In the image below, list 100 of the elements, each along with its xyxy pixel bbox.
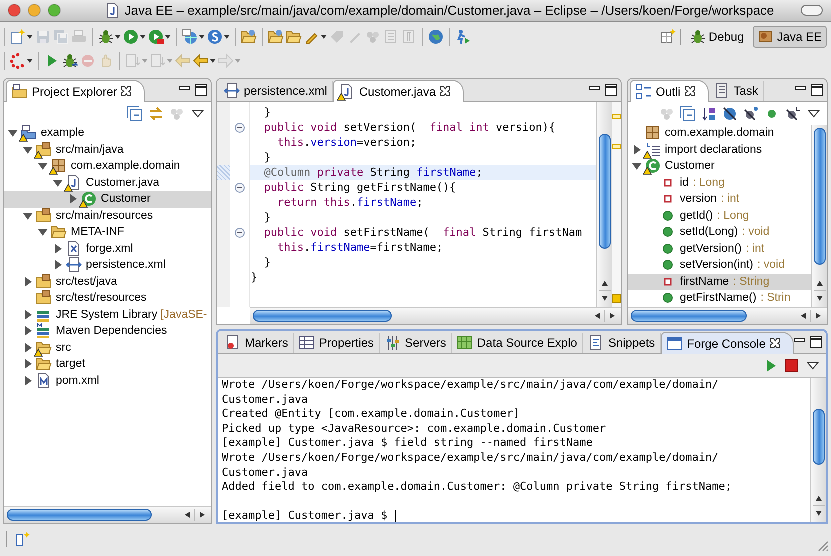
caret-icon[interactable] <box>27 59 33 63</box>
tree-item[interactable]: com.example.domain <box>628 125 811 142</box>
expand-arrow-icon[interactable] <box>52 259 64 272</box>
expand-arrow-icon[interactable] <box>22 374 34 387</box>
bug-step-icon[interactable] <box>62 53 78 69</box>
fold-icon[interactable] <box>235 122 245 132</box>
caret-icon[interactable] <box>140 35 146 39</box>
tree-item[interactable]: getId() : Long <box>628 208 811 224</box>
tree-item[interactable]: getVersion() : int <box>628 240 811 257</box>
fold-icon[interactable] <box>235 228 245 238</box>
tree-item[interactable]: getFirstName() : Strin <box>628 290 811 306</box>
vertical-scrollbar[interactable] <box>810 378 826 522</box>
expand-arrow-icon[interactable] <box>52 242 64 255</box>
sort-icon[interactable] <box>701 106 717 122</box>
runner-icon[interactable] <box>455 29 471 45</box>
close-icon[interactable] <box>440 86 452 97</box>
fast-view-icon[interactable] <box>15 531 31 547</box>
tree-item[interactable]: Customer <box>4 191 211 208</box>
warning-summary-marker[interactable] <box>612 294 621 303</box>
run-icon[interactable] <box>123 29 139 45</box>
tree-item[interactable]: persistence.xml <box>4 257 211 274</box>
tab[interactable]: Project Explorer <box>6 80 146 102</box>
tree-item[interactable]: example <box>4 125 211 142</box>
tab[interactable]: Servers <box>380 333 452 353</box>
crossed-dot-icon[interactable] <box>785 106 801 122</box>
tab[interactable]: Task <box>708 81 764 101</box>
tab[interactable]: Properties <box>294 333 380 353</box>
caret-icon[interactable] <box>321 35 327 39</box>
tree-item[interactable]: pom.xml <box>4 372 211 389</box>
vertical-scrollbar[interactable] <box>596 102 612 307</box>
expand-arrow-icon[interactable] <box>37 226 49 238</box>
expand-arrow-icon[interactable] <box>7 127 19 140</box>
caret-icon[interactable] <box>27 35 33 39</box>
tree-item[interactable]: Customer.java <box>4 174 211 191</box>
tab[interactable]: Outli <box>630 80 709 102</box>
tab[interactable]: Data Source Explo <box>452 333 584 353</box>
expand-arrow-icon[interactable] <box>631 160 643 172</box>
tree-item[interactable]: JRE System Library [JavaSE- <box>4 306 211 323</box>
close-window-button[interactable] <box>8 4 21 17</box>
close-icon[interactable] <box>121 86 132 97</box>
web-service-icon[interactable] <box>207 29 223 45</box>
expand-arrow-icon[interactable] <box>22 308 34 321</box>
maximize-icon[interactable] <box>810 336 822 348</box>
close-icon[interactable] <box>684 86 696 97</box>
caret-icon[interactable] <box>165 35 171 39</box>
folder-icon[interactable] <box>241 29 257 45</box>
maximize-icon[interactable] <box>811 84 823 96</box>
horizontal-scrollbar[interactable] <box>250 307 621 324</box>
stop-icon[interactable] <box>784 358 800 374</box>
tab[interactable]: Snippets <box>583 333 662 353</box>
tree-item[interactable]: Customer <box>628 158 811 174</box>
expand-arrow-icon[interactable] <box>67 193 79 206</box>
tree-item[interactable]: Maven Dependencies <box>4 323 211 340</box>
maximize-icon[interactable] <box>605 84 617 96</box>
close-icon[interactable] <box>770 338 781 349</box>
folder-icon[interactable] <box>268 29 284 45</box>
expand-arrow-icon[interactable] <box>631 144 643 156</box>
tab[interactable]: Markers <box>220 333 294 353</box>
tab[interactable]: Customer.java <box>333 80 464 102</box>
tree-item[interactable]: src <box>4 340 211 356</box>
tree-item[interactable]: src/test/java <box>4 274 211 290</box>
warning-marker[interactable] <box>612 114 621 119</box>
tab[interactable]: Forge Console <box>661 332 794 354</box>
run-tool-icon[interactable] <box>148 29 164 45</box>
tree-item[interactable]: setVersion(int) : void <box>628 257 811 274</box>
server-globe-icon[interactable] <box>182 29 198 45</box>
perspective-button[interactable]: Java EE <box>753 26 827 48</box>
tree-item[interactable]: src/main/java <box>4 142 211 158</box>
caret-icon[interactable] <box>115 35 121 39</box>
caret-icon[interactable] <box>210 59 216 63</box>
tree-item[interactable]: META-INF <box>4 224 211 240</box>
toolbar-toggle-button[interactable] <box>801 5 823 16</box>
resize-grip-icon[interactable] <box>818 541 829 552</box>
fold-icon[interactable] <box>235 182 245 192</box>
tree-item[interactable]: src/test/resources <box>4 290 211 306</box>
tree-item[interactable]: forge.xml <box>4 240 211 257</box>
expand-arrow-icon[interactable] <box>22 276 34 288</box>
tree-item[interactable]: target <box>4 356 211 372</box>
tree-item[interactable]: id : Long <box>628 174 811 191</box>
spinner-icon[interactable] <box>10 53 26 69</box>
expand-arrow-icon[interactable] <box>37 160 49 172</box>
tree-item[interactable]: src/main/resources <box>4 208 211 224</box>
folder-icon[interactable] <box>286 29 302 45</box>
tree-item[interactable]: import declarations <box>628 142 811 158</box>
horizontal-scrollbar[interactable] <box>4 506 211 523</box>
globe-icon[interactable] <box>428 29 444 45</box>
horizontal-scrollbar[interactable] <box>628 307 827 324</box>
warning-marker[interactable] <box>612 144 621 149</box>
collapse-all-icon[interactable] <box>680 106 696 122</box>
caret-icon[interactable] <box>199 35 205 39</box>
perspective-button[interactable]: Debug <box>684 26 750 48</box>
crossed-dot-icon[interactable] <box>743 106 759 122</box>
crossed-circle-icon[interactable] <box>722 106 738 122</box>
bug-icon[interactable] <box>98 29 114 45</box>
maximize-icon[interactable] <box>195 84 207 96</box>
collapse-all-icon[interactable] <box>127 106 143 122</box>
tree-item[interactable]: version : int <box>628 191 811 208</box>
zoom-window-button[interactable] <box>48 4 61 17</box>
expand-arrow-icon[interactable] <box>22 358 34 370</box>
tree-item[interactable]: com.example.domain <box>4 158 211 174</box>
